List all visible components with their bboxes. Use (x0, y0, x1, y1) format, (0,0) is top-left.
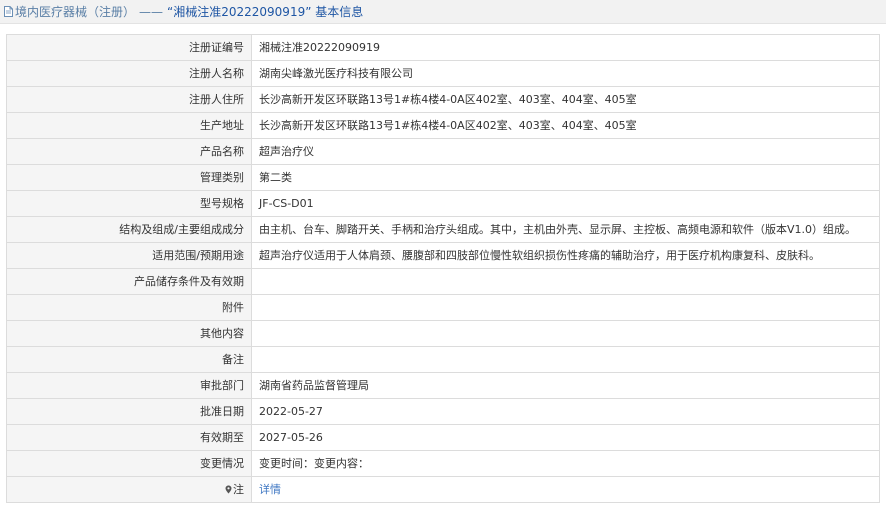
row-label: 批准日期 (6, 398, 252, 425)
table-row: 适用范围/预期用途 超声治疗仪适用于人体肩颈、腰腹部和四肢部位慢性软组织损伤性疼… (6, 242, 880, 269)
table-row: 批准日期 2022-05-27 (6, 398, 880, 425)
note-label: 注 (233, 482, 244, 496)
pin-icon (225, 485, 232, 493)
row-label: 审批部门 (6, 372, 252, 399)
table-row: 备注 (6, 346, 880, 373)
details-link[interactable]: 详情 (259, 483, 281, 496)
row-label: 注册证编号 (6, 34, 252, 61)
row-value (251, 346, 880, 373)
row-label: 产品名称 (6, 138, 252, 165)
row-label: 附件 (6, 294, 252, 321)
page-header: 境内医疗器械（注册） —— “湘械注准20222090919” 基本信息 (0, 0, 886, 24)
note-value-cell: 详情 (251, 476, 880, 503)
table-row: 产品储存条件及有效期 (6, 268, 880, 295)
row-value: 湘械注准20222090919 (251, 34, 880, 61)
table-row: 注册证编号 湘械注准20222090919 (6, 34, 880, 61)
row-label: 生产地址 (6, 112, 252, 139)
row-value: 变更时间：变更内容： (251, 450, 880, 477)
row-label: 注册人住所 (6, 86, 252, 113)
row-value: 超声治疗仪适用于人体肩颈、腰腹部和四肢部位慢性软组织损伤性疼痛的辅助治疗，用于医… (251, 242, 880, 269)
row-value: 超声治疗仪 (251, 138, 880, 165)
table-row: 其他内容 (6, 320, 880, 347)
row-label: 注册人名称 (6, 60, 252, 87)
table-row: 审批部门 湖南省药品监督管理局 (6, 372, 880, 399)
row-label: 型号规格 (6, 190, 252, 217)
row-value: 长沙高新开发区环联路13号1#栋4楼4-0A区402室、403室、404室、40… (251, 112, 880, 139)
row-value: 湖南尖峰激光医疗科技有限公司 (251, 60, 880, 87)
row-value (251, 294, 880, 321)
row-value: 2027-05-26 (251, 424, 880, 451)
row-label: 适用范围/预期用途 (6, 242, 252, 269)
row-label: 产品储存条件及有效期 (6, 268, 252, 295)
row-value: JF-CS-D01 (251, 190, 880, 217)
note-label-cell: 注 (6, 476, 252, 503)
row-value (251, 320, 880, 347)
table-row: 管理类别 第二类 (6, 164, 880, 191)
row-value: 长沙高新开发区环联路13号1#栋4楼4-0A区402室、403室、404室、40… (251, 86, 880, 113)
breadcrumb[interactable]: 境内医疗器械（注册） (15, 3, 135, 20)
row-value: 湖南省药品监督管理局 (251, 372, 880, 399)
note-row: 注 详情 (6, 476, 880, 503)
table-row: 生产地址 长沙高新开发区环联路13号1#栋4楼4-0A区402室、403室、40… (6, 112, 880, 139)
row-label: 管理类别 (6, 164, 252, 191)
page: 境内医疗器械（注册） —— “湘械注准20222090919” 基本信息 注册证… (0, 0, 886, 505)
row-label: 备注 (6, 346, 252, 373)
row-value: 第二类 (251, 164, 880, 191)
breadcrumb-separator: —— (139, 4, 164, 19)
table-row: 注册人住所 长沙高新开发区环联路13号1#栋4楼4-0A区402室、403室、4… (6, 86, 880, 113)
table-row: 注册人名称 湖南尖峰激光医疗科技有限公司 (6, 60, 880, 87)
row-label: 变更情况 (6, 450, 252, 477)
row-label: 结构及组成/主要组成成分 (6, 216, 252, 243)
row-value: 2022-05-27 (251, 398, 880, 425)
table-row: 有效期至 2027-05-26 (6, 424, 880, 451)
row-value (251, 268, 880, 295)
table-row: 型号规格 JF-CS-D01 (6, 190, 880, 217)
page-title: “湘械注准20222090919” 基本信息 (167, 5, 364, 19)
table-row: 结构及组成/主要组成成分 由主机、台车、脚踏开关、手柄和治疗头组成。其中，主机由… (6, 216, 880, 243)
document-icon (4, 6, 13, 17)
row-value: 由主机、台车、脚踏开关、手柄和治疗头组成。其中，主机由外壳、显示屏、主控板、高频… (251, 216, 880, 243)
info-table: 注册证编号 湘械注准20222090919 注册人名称 湖南尖峰激光医疗科技有限… (6, 34, 880, 503)
table-row: 产品名称 超声治疗仪 (6, 138, 880, 165)
table-row: 附件 (6, 294, 880, 321)
table-row: 变更情况 变更时间：变更内容： (6, 450, 880, 477)
row-label: 有效期至 (6, 424, 252, 451)
row-label: 其他内容 (6, 320, 252, 347)
